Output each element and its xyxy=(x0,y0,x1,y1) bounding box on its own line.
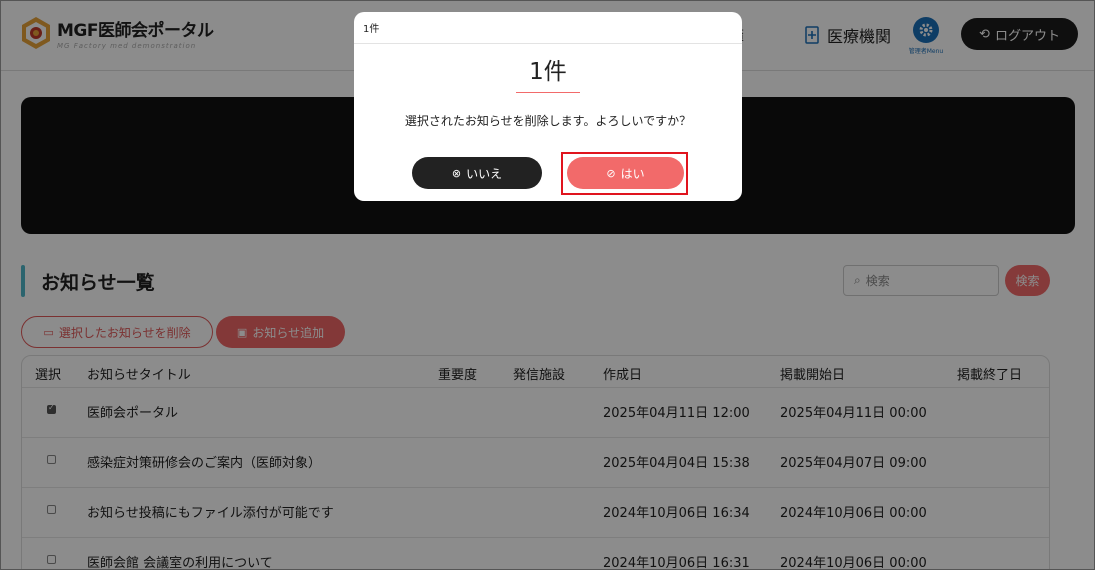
dialog-header: 1件 xyxy=(354,12,742,44)
dialog-title: 1件 xyxy=(529,59,567,85)
dialog-title-underline xyxy=(516,92,580,93)
dialog-message: 選択されたお知らせを削除します。よろしいですか？ xyxy=(404,114,692,128)
dialog-header-text: 1件 xyxy=(363,24,380,35)
no-button[interactable]: ⊗ いいえ xyxy=(412,157,542,189)
check-circle-icon: ⊘ xyxy=(606,166,616,180)
yes-button[interactable]: ⊘ はい xyxy=(567,157,684,189)
yes-label: はい xyxy=(620,166,645,181)
confirm-dialog: 1件 1件 選択されたお知らせを削除します。よろしいですか？ ⊗ いいえ ⊘ は… xyxy=(354,12,742,201)
no-label: いいえ xyxy=(466,166,503,181)
app-frame: MGF医師会ポータル MG Factory med demonstration … xyxy=(0,0,1095,570)
cancel-circle-icon: ⊗ xyxy=(451,166,462,180)
